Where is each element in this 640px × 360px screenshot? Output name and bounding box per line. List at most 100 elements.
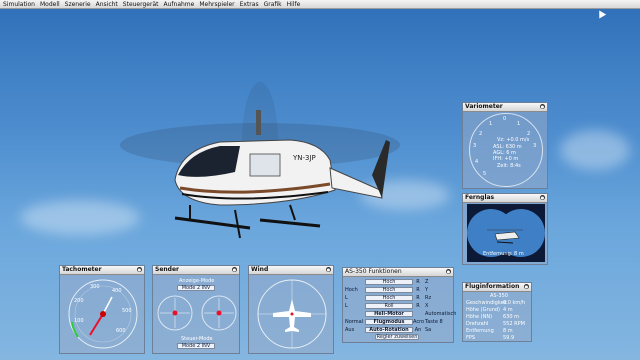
menu-grafik[interactable]: Grafik xyxy=(264,1,282,8)
funktion-left: Hoch xyxy=(345,286,358,293)
funktion-left: Normal xyxy=(345,318,364,325)
fluginfo-value: 0.0 km/h xyxy=(503,300,526,306)
menu-szenerie[interactable]: Szenerie xyxy=(65,1,91,8)
funktion-reverse[interactable]: An xyxy=(413,327,423,333)
tacho-tick: 200 xyxy=(74,298,84,304)
vario-tick: 3 xyxy=(473,143,477,149)
funktion-reverse[interactable]: R xyxy=(413,295,423,301)
fluginfo-value: 552 RPM xyxy=(503,321,525,327)
fernglas-panel: Fernglas ● Entfernung: 8 m xyxy=(462,193,548,265)
funktion-axis: Automatisch xyxy=(425,310,457,317)
funktion-reverse[interactable]: R xyxy=(413,287,423,293)
tachometer-dial xyxy=(68,279,138,349)
fluginfo-label: FPS xyxy=(466,335,476,341)
funktion-row: L Hoch R Rz xyxy=(345,294,431,301)
wind-title[interactable]: Wind ● xyxy=(249,266,333,275)
tacho-tick: 100 xyxy=(74,318,84,324)
funktion-switch[interactable]: Flugmodus xyxy=(365,318,413,325)
sender-mode-bottom-label: Steuer-Mode xyxy=(181,336,213,342)
menu-modell[interactable]: Modell xyxy=(40,1,60,8)
tachometer-panel: Tachometer ● 100 200 300 400 500 600 xyxy=(59,265,145,354)
funktion-left: Aus xyxy=(345,326,355,333)
funktionen-title[interactable]: AS-350 Funktionen ● xyxy=(343,268,453,277)
vario-tick: 3 xyxy=(533,143,537,149)
funktion-row: Hoch Hoch R Y xyxy=(345,286,428,293)
funktion-row: Aus Auto-Rotation An Sa xyxy=(345,326,431,333)
menu-simulation[interactable]: Simulation xyxy=(3,1,35,8)
tacho-tick: 400 xyxy=(112,288,122,294)
fluginfo-title[interactable]: Fluginformation ● xyxy=(463,283,531,292)
fluginfo-value: 8 m xyxy=(503,328,513,334)
funktion-row: Normal Flugmodus Acro Taste 8 xyxy=(345,318,443,325)
variometer-panel: Variometer ● 0 1 2 3 1 2 3 4 5 Vz: +0.0 m… xyxy=(462,102,548,189)
variometer-title[interactable]: Variometer ● xyxy=(463,103,547,112)
funktion-slider[interactable]: Hoch xyxy=(365,294,413,301)
vario-tick: 1 xyxy=(489,121,493,127)
close-icon[interactable]: ● xyxy=(137,267,142,272)
vario-ifh: IFH: +0 m xyxy=(493,156,519,162)
funktion-reverse[interactable]: R xyxy=(413,303,423,309)
close-icon[interactable]: ● xyxy=(326,267,331,272)
fluginfo-panel: Fluginformation ● AS-350 Geschwindigkeit … xyxy=(462,282,532,342)
funktion-slider[interactable]: Hoch xyxy=(365,286,413,293)
sender-panel: Sender ● Anzeige-Mode Mode 2 INV Steuer-M… xyxy=(152,265,240,354)
funktion-axis: Z xyxy=(425,278,429,285)
sender-mode-top-label: Anzeige-Mode xyxy=(179,278,215,284)
funktion-row: Hoch R Z xyxy=(345,278,428,285)
funktion-slider[interactable]: Roll xyxy=(365,302,413,309)
close-icon[interactable]: ● xyxy=(540,104,545,109)
tacho-tick: 600 xyxy=(116,328,126,334)
tacho-tick: 300 xyxy=(90,284,100,290)
sender-mode-bottom-select[interactable]: Mode 2 INV xyxy=(177,343,215,349)
menu-hilfe[interactable]: Hilfe xyxy=(287,1,301,8)
close-icon[interactable]: ● xyxy=(524,284,529,289)
vario-vz: Vz: +0.0 m/s xyxy=(497,137,530,143)
sender-sticks xyxy=(157,295,237,331)
fluginfo-value: 4 m xyxy=(503,307,513,313)
fluginfo-label: Drehzahl xyxy=(466,321,489,327)
fernglas-title[interactable]: Fernglas ● xyxy=(463,194,547,203)
fluginfo-value: 630 m xyxy=(503,314,520,320)
menu-ansicht[interactable]: Ansicht xyxy=(96,1,118,8)
wind-panel: Wind ● xyxy=(248,265,334,354)
close-icon[interactable]: ● xyxy=(446,269,451,274)
funktion-reverse[interactable]: Acro xyxy=(413,319,424,325)
menu-extras[interactable]: Extras xyxy=(240,1,259,8)
regler-zuweisen-button[interactable]: Regler zuweisen xyxy=(375,334,419,340)
menu-steuergeraet[interactable]: Steuergerät xyxy=(123,1,159,8)
fluginfo-label: Höhe (NN) xyxy=(466,314,493,320)
funktion-reverse[interactable]: R xyxy=(413,279,423,285)
helicopter-model: YN-3JP xyxy=(120,82,400,239)
vario-tick: 0 xyxy=(503,116,507,122)
vario-time: Zeit: 8:4s xyxy=(497,163,521,169)
funktion-left: L xyxy=(345,302,348,309)
vario-tick: 5 xyxy=(483,171,487,177)
funktion-switch[interactable]: Heli-Motor xyxy=(365,310,413,317)
fluginfo-label: Geschwindigkeit xyxy=(466,300,508,306)
funktion-switch[interactable]: Auto-Rotation xyxy=(365,326,413,333)
menu-mehrspieler[interactable]: Mehrspieler xyxy=(199,1,234,8)
menu-bar: Simulation Modell Szenerie Ansicht Steue… xyxy=(0,0,640,9)
menu-aufnahme[interactable]: Aufnahme xyxy=(164,1,195,8)
funktion-axis: Sa xyxy=(425,326,432,333)
funktion-axis: Taste 8 xyxy=(425,318,443,325)
tacho-tick: 500 xyxy=(122,308,132,314)
funktion-row: Heli-Motor Automatisch xyxy=(345,310,456,317)
tachometer-title[interactable]: Tachometer ● xyxy=(60,266,144,275)
fluginfo-value: 59.9 xyxy=(503,335,515,341)
sender-mode-top-select[interactable]: Mode 2 INV xyxy=(177,285,215,291)
fluginfo-label: Höhe (Grund) xyxy=(466,307,500,313)
funktion-slider[interactable]: Hoch xyxy=(365,278,413,285)
sender-title[interactable]: Sender ● xyxy=(153,266,239,275)
close-icon[interactable]: ● xyxy=(540,195,545,200)
funktionen-panel: AS-350 Funktionen ● Hoch R Z Hoch Hoch R … xyxy=(342,267,456,343)
vario-tick: 1 xyxy=(517,121,521,127)
funktion-left: L xyxy=(345,294,348,301)
mouse-cursor-icon xyxy=(595,8,607,19)
funktion-axis: X xyxy=(425,302,429,309)
vario-tick: 2 xyxy=(479,131,483,137)
close-icon[interactable]: ● xyxy=(232,267,237,272)
fluginfo-label: Entfernung xyxy=(466,328,494,334)
fluginfo-model: AS-350 xyxy=(490,293,508,299)
funktion-row: L Roll R X xyxy=(345,302,428,309)
